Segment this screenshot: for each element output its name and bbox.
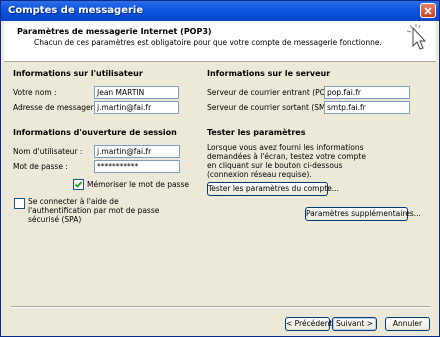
close-button[interactable] — [420, 3, 436, 18]
spa-label-line3[interactable]: sécurisé (SPA) — [28, 215, 81, 224]
name-field[interactable]: Jean MARTIN — [94, 86, 179, 99]
password-field[interactable]: *********** — [94, 160, 180, 173]
test-settings-description: Lorsque vous avez fourni les information… — [207, 143, 366, 179]
window-title: Comptes de messagerie — [8, 5, 144, 16]
more-settings-button[interactable]: Paramètres supplémentaires... — [305, 207, 421, 221]
remember-password-checkbox[interactable] — [73, 179, 84, 190]
spa-checkbox[interactable] — [14, 198, 25, 209]
logon-info-heading: Informations d'ouverture de session — [13, 128, 177, 137]
title-bar[interactable]: Comptes de messagerie — [1, 1, 439, 21]
name-label: Votre nom : — [13, 88, 57, 97]
user-info-heading: Informations sur l'utilisateur — [13, 69, 143, 78]
remember-password-label[interactable]: Mémoriser le mot de passe — [87, 180, 189, 189]
header-subtitle: Chacun de ces paramètres est obligatoire… — [34, 38, 382, 47]
incoming-server-field[interactable]: pop.fai.fr — [324, 86, 410, 99]
password-label: Mot de passe : — [13, 162, 68, 171]
incoming-server-label: Serveur de courrier entrant (POP3) : — [207, 88, 343, 97]
checkmark-icon — [74, 181, 83, 188]
email-label: Adresse de messagerie : — [13, 103, 106, 112]
server-info-heading: Informations sur le serveur — [207, 69, 331, 78]
outgoing-server-label: Serveur de courrier sortant (SMTP) : — [207, 103, 343, 112]
wizard-cursor-icon — [406, 24, 427, 50]
test-settings-heading: Tester les paramètres — [207, 128, 306, 137]
previous-button[interactable]: < Précédent — [285, 317, 332, 331]
header-panel: Paramètres de messagerie Internet (POP3)… — [4, 21, 436, 62]
spa-label-line1[interactable]: Se connecter à l'aide de — [28, 197, 119, 206]
outgoing-server-field[interactable]: smtp.fai.fr — [324, 101, 410, 114]
footer-divider — [11, 306, 431, 308]
test-account-button[interactable]: Tester les paramètres du compte... — [207, 182, 339, 196]
dialog-window: Comptes de messagerie Paramètres de mess… — [0, 0, 440, 337]
username-field[interactable]: j.martin@fai.fr — [94, 145, 180, 158]
cancel-button[interactable]: Annuler — [385, 317, 430, 331]
close-icon — [424, 7, 432, 15]
spa-label-line2[interactable]: l'authentification par mot de passe — [28, 206, 159, 215]
username-label: Nom d'utilisateur : — [13, 147, 83, 156]
header-title: Paramètres de messagerie Internet (POP3) — [17, 27, 212, 36]
email-field[interactable]: j.martin@fai.fr — [94, 101, 179, 114]
next-button[interactable]: Suivant > — [332, 317, 377, 331]
